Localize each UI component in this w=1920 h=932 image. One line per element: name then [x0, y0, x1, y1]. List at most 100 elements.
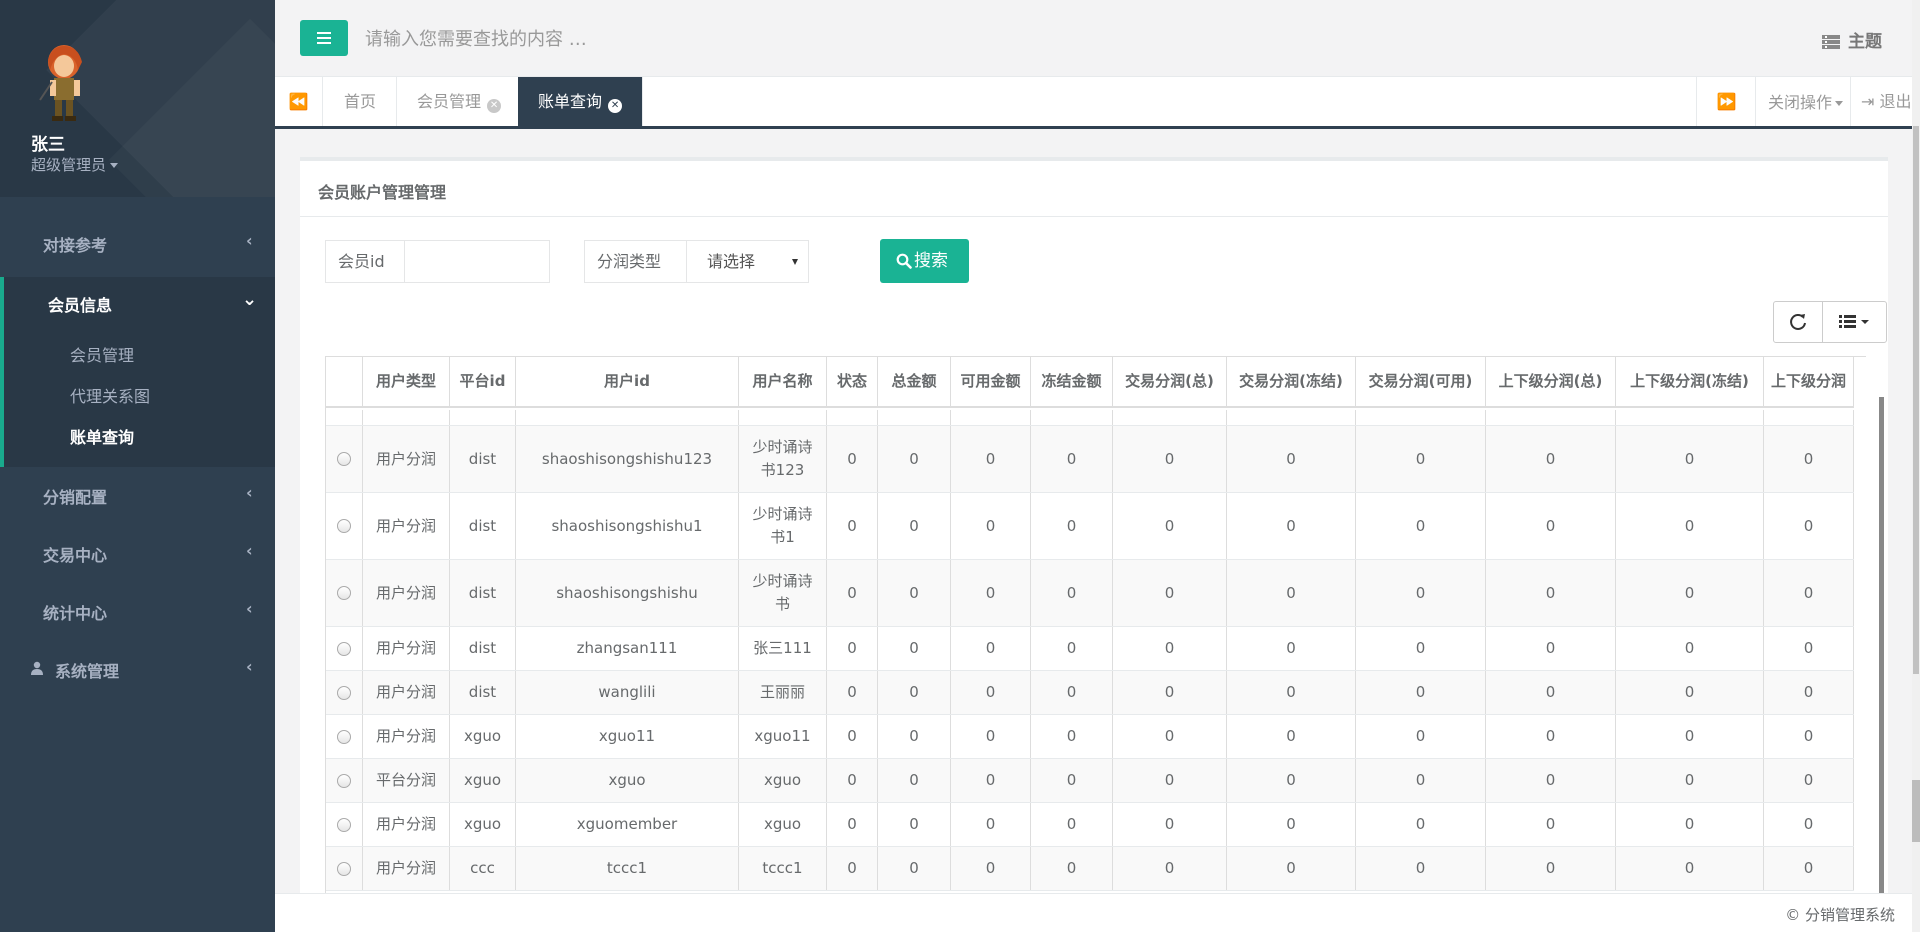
table-row[interactable]: 用户分润 dist zhangsan111 张三111 0 0 0 0 0 0 0 0 0 0: [326, 627, 1854, 671]
table-row[interactable]: 平台分润 xguo xguo xguo 0 0 0 0 0 0 0 0 0 0: [326, 759, 1854, 803]
table-cell: xguo: [450, 759, 516, 802]
refresh-button[interactable]: [1774, 302, 1822, 342]
submenu-bill-query[interactable]: 账单查询: [70, 424, 134, 448]
table-cell: [1113, 410, 1227, 425]
table-cell: 0: [1356, 493, 1486, 559]
table-cell: 0: [1616, 627, 1764, 670]
table-cell: [739, 410, 827, 425]
columns-toggle-button[interactable]: [1823, 302, 1887, 342]
row-select-radio[interactable]: [337, 586, 351, 600]
chevron-left-icon: ‹: [246, 541, 253, 560]
tab-member-management[interactable]: 会员管理 ✕: [397, 77, 523, 126]
submenu-member-management[interactable]: 会员管理: [70, 342, 134, 366]
table-cell: 0: [1356, 715, 1486, 758]
sidebar-item-distribution-config[interactable]: 分销配置 ‹: [0, 466, 275, 524]
main-content: 会员账户管理管理 会员id 分润类型 请选择 搜索 用户类型 平台id 用户id…: [275, 129, 1920, 897]
row-select-radio[interactable]: [337, 817, 351, 832]
row-select-radio[interactable]: [337, 519, 351, 533]
column-header: 用户名称: [739, 357, 827, 408]
column-header: 平台id: [450, 357, 516, 408]
profile-role-dropdown[interactable]: 超级管理员: [31, 154, 119, 175]
page-scrollbar-thumb[interactable]: [1913, 126, 1919, 674]
table-cell: 0: [1616, 847, 1764, 890]
close-operations-dropdown[interactable]: 关闭操作: [1755, 77, 1850, 126]
row-select-radio[interactable]: [337, 685, 351, 700]
table-cell: 0: [1031, 426, 1113, 492]
table-cell: 0: [1764, 560, 1854, 626]
row-select-radio[interactable]: [337, 452, 351, 466]
page-scrollbar-marker: [1912, 780, 1920, 842]
table-scroll-corner: [1866, 356, 1880, 407]
row-select-radio[interactable]: [337, 773, 351, 788]
close-icon[interactable]: ✕: [608, 99, 623, 113]
sidebar-item-label: 统计中心: [43, 604, 108, 623]
table-row[interactable]: 用户分润 dist wanglili 王丽丽 0 0 0 0 0 0 0 0 0 0: [326, 671, 1854, 715]
table-cell: 0: [1486, 627, 1616, 670]
theme-button[interactable]: 主题: [1822, 27, 1882, 52]
table-toolbar: [1773, 301, 1887, 343]
table-cell: 0: [1113, 426, 1227, 492]
table-row[interactable]: 用户分润 xguo xguomember xguo 0 0 0 0 0 0 0 0 0 0: [326, 803, 1854, 847]
column-header: 可用金额: [951, 357, 1031, 408]
table-cell: 0: [878, 627, 951, 670]
table-cell: 0: [1764, 847, 1854, 890]
table-row[interactable]: 用户分润 ccc tccc1 tccc1 0 0 0 0 0 0 0 0 0 0: [326, 847, 1854, 891]
table-cell: xguo: [739, 759, 827, 802]
table-row[interactable]: 用户分润 xguo xguo11 xguo11 0 0 0 0 0 0 0 0 0 0: [326, 715, 1854, 759]
table-cell: 0: [1227, 671, 1356, 714]
table-row[interactable]: 用户分润 dist shaoshisongshishu 少时诵诗书 0 0 0 0 0 0 0 0 0 0: [326, 560, 1854, 627]
page-scrollbar[interactable]: [1912, 0, 1920, 932]
table-cell: 0: [1616, 493, 1764, 559]
close-operations-label: 关闭操作: [1768, 93, 1833, 112]
table-vertical-scrollbar[interactable]: [1879, 397, 1884, 897]
tab-home[interactable]: 首页: [324, 77, 398, 126]
sidebar-item-trade-center[interactable]: 交易中心 ‹: [0, 524, 275, 582]
row-select-radio[interactable]: [337, 729, 351, 744]
table-cell: 0: [1227, 426, 1356, 492]
table-cell: xguo: [739, 803, 827, 846]
search-input[interactable]: [365, 22, 965, 56]
table-cell: 0: [878, 426, 951, 492]
table-row[interactable]: 用户分润 dist shaoshisongshishu123 少时诵诗书123 0 0 0 0…: [326, 426, 1854, 493]
table-cell: xguo: [450, 803, 516, 846]
member-id-input[interactable]: [404, 240, 550, 283]
row-select-radio[interactable]: [337, 641, 351, 656]
table-row[interactable]: 用户分润 dist shaoshisongshishu1 少时诵诗书1 0 0 0 0 0 0 0 0…: [326, 493, 1854, 560]
table-cell: 0: [1486, 759, 1616, 802]
sidebar-item-label: 会员信息: [48, 296, 113, 315]
close-icon[interactable]: ✕: [487, 99, 502, 113]
tab-scroll-right-button[interactable]: ⏩: [1696, 77, 1756, 126]
tab-scroll-left-button[interactable]: ⏪: [275, 77, 323, 126]
tab-label: 会员管理: [417, 92, 482, 111]
sidebar-item-statistics[interactable]: 统计中心 ‹: [0, 582, 275, 640]
table-cell: 0: [1031, 560, 1113, 626]
table-cell: 0: [1227, 560, 1356, 626]
sidebar-item-docking[interactable]: 对接参考 ‹: [0, 214, 275, 272]
menu-toggle-button[interactable]: [300, 20, 348, 56]
row-select-radio[interactable]: [337, 861, 351, 876]
submenu-agent-relationship[interactable]: 代理关系图: [70, 383, 150, 407]
table-cell: [1486, 410, 1616, 425]
tab-bar: ⏪ 首页 会员管理 ✕ 账单查询 ✕ ⏩ 关闭操作 ⇥ 退出: [275, 77, 1920, 129]
table-cell: 0: [1486, 493, 1616, 559]
logout-button[interactable]: ⇥ 退出: [1850, 77, 1920, 126]
column-header: 交易分润(可用): [1356, 357, 1486, 408]
tab-bill-query[interactable]: 账单查询 ✕: [518, 77, 644, 126]
sidebar-item-system[interactable]: 系统管理 ‹: [0, 640, 275, 698]
table-cell: 0: [1356, 803, 1486, 846]
avatar[interactable]: [28, 40, 100, 124]
table-cell: 0: [1764, 627, 1854, 670]
table-cell: 0: [951, 759, 1031, 802]
column-header: 上下级分润(总): [1486, 357, 1616, 408]
table-cell: [951, 410, 1031, 425]
search-button[interactable]: 搜索: [880, 239, 969, 283]
table-cell: shaoshisongshishu1: [516, 493, 739, 559]
table-cell: 用户分润: [363, 426, 450, 492]
type-filter: 分润类型 请选择: [584, 240, 814, 283]
table-cell-select: [326, 759, 363, 802]
column-header: 交易分润(冻结): [1227, 357, 1356, 408]
type-select[interactable]: 请选择: [686, 240, 809, 283]
sidebar-item-member-info[interactable]: 会员信息 ⌄ 会员管理 代理关系图 账单查询: [0, 277, 275, 467]
table-cell: 0: [1227, 759, 1356, 802]
double-chevron-left-icon: ⏪: [288, 92, 309, 111]
